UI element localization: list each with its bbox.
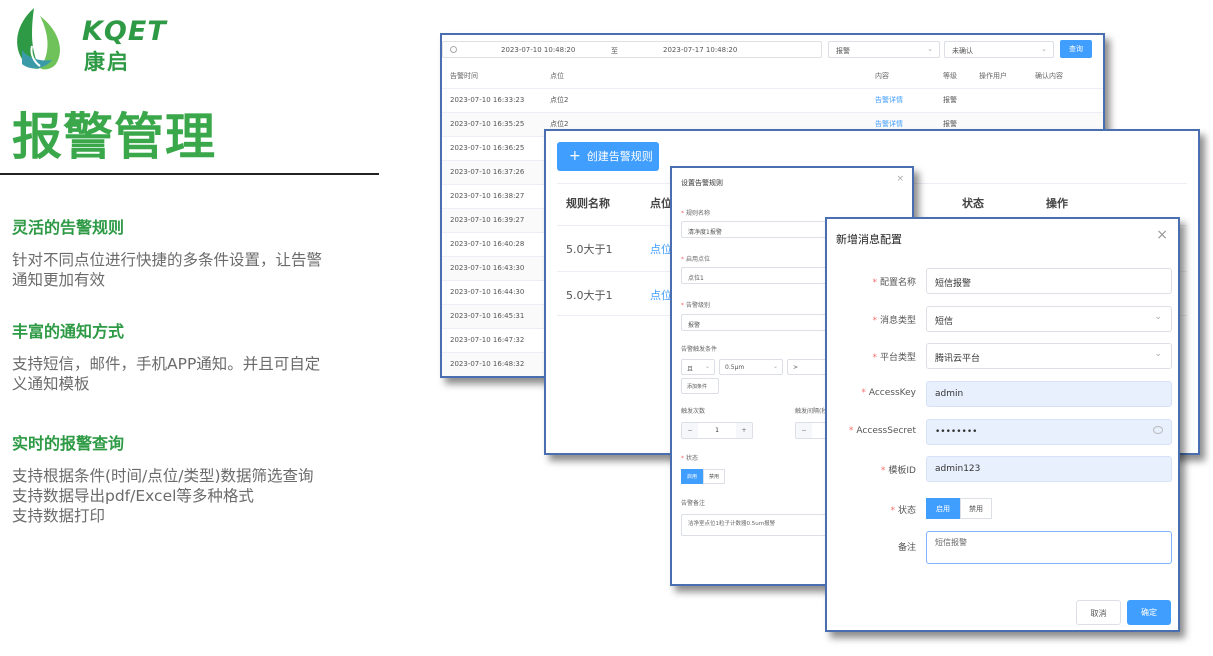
- dialog-title: 新增消息配置: [836, 233, 902, 246]
- enable-toggle[interactable]: 启用: [926, 498, 960, 519]
- chevron-down-icon: ⌄: [927, 45, 933, 53]
- range-separator: 至: [611, 47, 618, 55]
- disable-toggle[interactable]: 禁用: [703, 469, 725, 484]
- feature-realtime-query: 实时的报警查询 支持根据条件(时间/点位/类型)数据筛选查询 支持数据导出pdf/…: [12, 430, 372, 526]
- col-confirm-content: 确认内容: [1027, 64, 1103, 89]
- feature-text: 针对不同点位进行快捷的多条件设置，让告警 通知更加有效: [12, 251, 323, 289]
- logo-text-en: KQET: [82, 16, 167, 47]
- remark-label: 告警备注: [681, 500, 706, 507]
- date-range-picker[interactable]: 2023-07-10 10:48:20 至 2023-07-17 10:48:2…: [442, 41, 822, 58]
- remark-textarea[interactable]: 短信报警: [926, 531, 1172, 564]
- close-icon[interactable]: ×: [1156, 227, 1168, 243]
- config-name-label: * 配置名称: [872, 278, 916, 288]
- plus-icon: +: [569, 148, 581, 164]
- condition-metric-select[interactable]: 0.5μm ⌄: [719, 359, 783, 375]
- feature-alarm-rules: 灵活的告警规则 针对不同点位进行快捷的多条件设置，让告警 通知更加有效: [12, 214, 372, 290]
- trigger-count-stepper[interactable]: − 1 +: [681, 422, 753, 439]
- msg-type-label: * 消息类型: [872, 316, 916, 326]
- col-content: 内容: [867, 64, 935, 89]
- msg-type-select[interactable]: 短信 ⌄: [926, 306, 1172, 332]
- logo-text-cn: 康启: [84, 50, 130, 74]
- col-operator: 操作用户: [971, 64, 1027, 89]
- alarm-type-select[interactable]: 报警 ⌄: [828, 41, 940, 58]
- eye-icon[interactable]: [1153, 426, 1163, 434]
- rule-name: 5.0大于1: [566, 289, 613, 302]
- enable-toggle[interactable]: 启用: [681, 469, 703, 484]
- col-level: 等级: [935, 64, 971, 89]
- condition-label: 告警触发条件: [681, 346, 718, 353]
- access-secret-label: * AccessSecret: [848, 426, 916, 436]
- table-header-row: 告警时间 点位 内容 等级 操作用户 确认内容: [442, 64, 1103, 89]
- condition-logic-select[interactable]: 且 ⌄: [681, 359, 715, 375]
- trigger-interval-label: 触发间隔(秒: [795, 408, 828, 415]
- status-label: * 状态: [681, 455, 699, 462]
- col-rule-point: 点位: [650, 197, 672, 210]
- decrement-button[interactable]: −: [682, 423, 698, 438]
- page-title: 报警管理: [12, 108, 216, 166]
- chevron-down-icon: ⌄: [1154, 349, 1162, 359]
- feature-heading: 实时的报警查询: [12, 434, 125, 453]
- alarm-filter-bar: 2023-07-10 10:48:20 至 2023-07-17 10:48:2…: [442, 35, 1103, 65]
- confirm-status-select[interactable]: 未确认 ⌄: [944, 41, 1054, 58]
- platform-select[interactable]: 腾讯云平台 ⌄: [926, 343, 1172, 369]
- dialog-title: 设置告警规则: [681, 179, 723, 187]
- create-rule-button[interactable]: + 创建告警规则: [557, 142, 659, 171]
- message-config-dialog: 新增消息配置 × * 配置名称 短信报警 * 消息类型 短信 ⌄ * 平台类型 腾讯云平…: [825, 217, 1180, 632]
- access-secret-input[interactable]: ••••••••: [926, 419, 1172, 445]
- rule-point-link[interactable]: 点位: [650, 241, 672, 257]
- chevron-down-icon: ⌄: [772, 363, 778, 370]
- chevron-down-icon: ⌄: [1041, 45, 1047, 53]
- increment-button[interactable]: +: [736, 423, 752, 438]
- feature-text: 支持短信，邮件，手机APP通知。并且可自定 义通知模板: [12, 355, 321, 393]
- rule-name-label: * 规则名称: [681, 210, 711, 217]
- disable-toggle[interactable]: 禁用: [960, 498, 992, 519]
- rule-name: 5.0大于1: [566, 243, 613, 256]
- end-date[interactable]: 2023-07-17 10:48:20: [663, 46, 737, 54]
- col-point: 点位: [542, 64, 867, 89]
- feature-heading: 灵活的告警规则: [12, 218, 125, 237]
- access-key-input[interactable]: admin: [926, 381, 1172, 407]
- confirm-button[interactable]: 确定: [1127, 600, 1171, 625]
- cancel-button[interactable]: 取消: [1076, 600, 1121, 625]
- col-alarm-time: 告警时间: [442, 64, 542, 89]
- decrement-button[interactable]: −: [796, 423, 812, 438]
- chevron-down-icon: ⌄: [704, 363, 710, 370]
- clock-icon: [450, 46, 457, 53]
- feature-text: 支持根据条件(时间/点位/类型)数据筛选查询 支持数据导出pdf/Excel等多种…: [12, 467, 314, 525]
- close-icon[interactable]: ×: [896, 174, 904, 184]
- trigger-count-label: 触发次数: [681, 408, 706, 415]
- template-id-input[interactable]: admin123: [926, 456, 1172, 482]
- feature-heading: 丰富的通知方式: [12, 322, 125, 341]
- chevron-down-icon: ⌄: [1154, 312, 1162, 322]
- level-label: * 告警级别: [681, 302, 711, 309]
- leaf-logo-icon: [17, 8, 61, 70]
- remark-label: 备注: [897, 543, 916, 553]
- config-name-input[interactable]: 短信报警: [926, 268, 1172, 294]
- title-divider: [0, 173, 379, 175]
- platform-label: * 平台类型: [872, 353, 916, 363]
- brand-logo: KQET 康启: [10, 6, 170, 74]
- alarm-detail-link[interactable]: 告警详情: [867, 88, 935, 113]
- query-button[interactable]: 查询: [1060, 40, 1092, 58]
- add-condition-button[interactable]: 添加条件: [681, 378, 719, 394]
- point-label: * 启用点位: [681, 256, 711, 263]
- table-row[interactable]: 2023-07-10 16:33:23 点位2 告警详情 报警: [442, 88, 1103, 113]
- start-date[interactable]: 2023-07-10 10:48:20: [501, 46, 575, 54]
- template-id-label: * 模板ID: [880, 466, 916, 476]
- status-label: * 状态: [890, 506, 916, 516]
- feature-notify-methods: 丰富的通知方式 支持短信，邮件，手机APP通知。并且可自定 义通知模板: [12, 318, 372, 394]
- col-rule-name: 规则名称: [566, 197, 610, 210]
- access-key-label: * AccessKey: [861, 388, 916, 398]
